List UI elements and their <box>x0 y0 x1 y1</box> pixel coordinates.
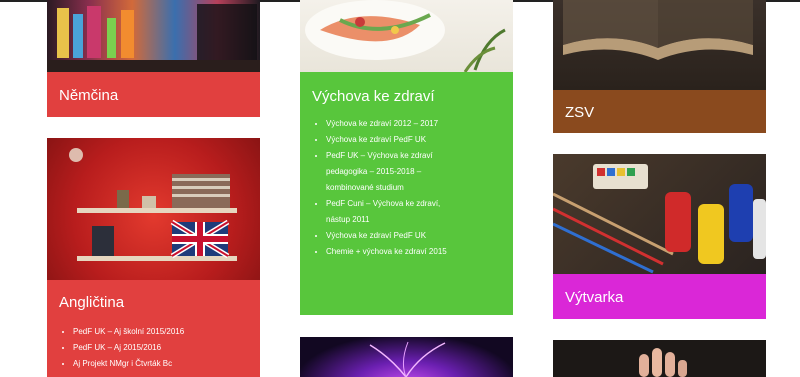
shelf-decoration <box>47 4 260 72</box>
card-zsv-band: ZSV <box>553 90 766 133</box>
anglictina-links: PedF UK – Aj školní 2015/2016 PedF UK – … <box>59 324 260 372</box>
card-plasma[interactable] <box>300 337 513 377</box>
salad-plate <box>305 0 506 72</box>
card-anglictina-title: Angličtina <box>59 294 125 311</box>
hand-photo <box>553 340 766 377</box>
anglictina-link[interactable]: Aj Projekt NMgr i Čtvrták Bc <box>73 356 260 372</box>
card-vytvarka[interactable]: Výtvarka <box>553 154 766 319</box>
vychova-link[interactable]: Výchova ke zdraví PedF UK <box>326 228 513 244</box>
card-zsv-title: ZSV <box>565 104 595 121</box>
open-book <box>563 0 753 60</box>
card-vychova-band: Výchova ke zdraví Výchova ke zdraví 2012… <box>300 72 513 315</box>
hand-fingers <box>639 348 687 377</box>
vychova-link[interactable]: Chemie + výchova ke zdraví 2015 <box>326 244 513 260</box>
card-nemcina[interactable]: Němčina <box>47 0 260 117</box>
card-nemcina-title: Němčina <box>59 87 119 104</box>
card-anglictina-band: Angličtina PedF UK – Aj školní 2015/2016… <box>47 280 260 377</box>
card-hand[interactable] <box>553 340 766 377</box>
anglictina-link[interactable]: PedF UK – Aj 2015/2016 <box>73 340 260 356</box>
card-vychova[interactable]: Výchova ke zdraví Výchova ke zdraví 2012… <box>300 0 513 315</box>
vychova-link-cont[interactable]: kombinované studium <box>326 180 513 196</box>
card-vychova-title: Výchova ke zdraví <box>312 88 435 105</box>
card-vytvarka-band: Výtvarka <box>553 274 766 319</box>
salad-photo <box>300 0 513 72</box>
shelf-scene <box>69 148 237 261</box>
vychova-link-cont[interactable]: pedagogika – 2015-2018 – <box>326 164 513 180</box>
anglictina-link[interactable]: PedF UK – Aj školní 2015/2016 <box>73 324 260 340</box>
card-anglictina[interactable]: Angličtina PedF UK – Aj školní 2015/2016… <box>47 138 260 377</box>
union-jack-shelf-photo <box>47 138 260 280</box>
paints <box>553 164 766 274</box>
plasma-arcs <box>369 341 446 377</box>
vychova-link[interactable]: PedF Cuni – Výchova ke zdraví, <box>326 196 513 212</box>
card-vytvarka-title: Výtvarka <box>565 289 624 306</box>
vychova-link[interactable]: Výchova ke zdraví PedF UK <box>326 132 513 148</box>
paint-brushes-photo <box>553 154 766 274</box>
plasma-ball-photo <box>300 337 513 377</box>
book-shelf-photo <box>47 0 260 72</box>
vychova-link[interactable]: PedF UK – Výchova ke zdraví <box>326 148 513 164</box>
open-book-photo <box>553 0 766 90</box>
vychova-links: Výchova ke zdraví 2012 – 2017 Výchova ke… <box>312 116 513 260</box>
vychova-link[interactable]: Výchova ke zdraví 2012 – 2017 <box>326 116 513 132</box>
card-zsv[interactable]: ZSV <box>553 0 766 133</box>
card-nemcina-band: Němčina <box>47 72 260 117</box>
vychova-link-cont[interactable]: nástup 2011 <box>326 212 513 228</box>
